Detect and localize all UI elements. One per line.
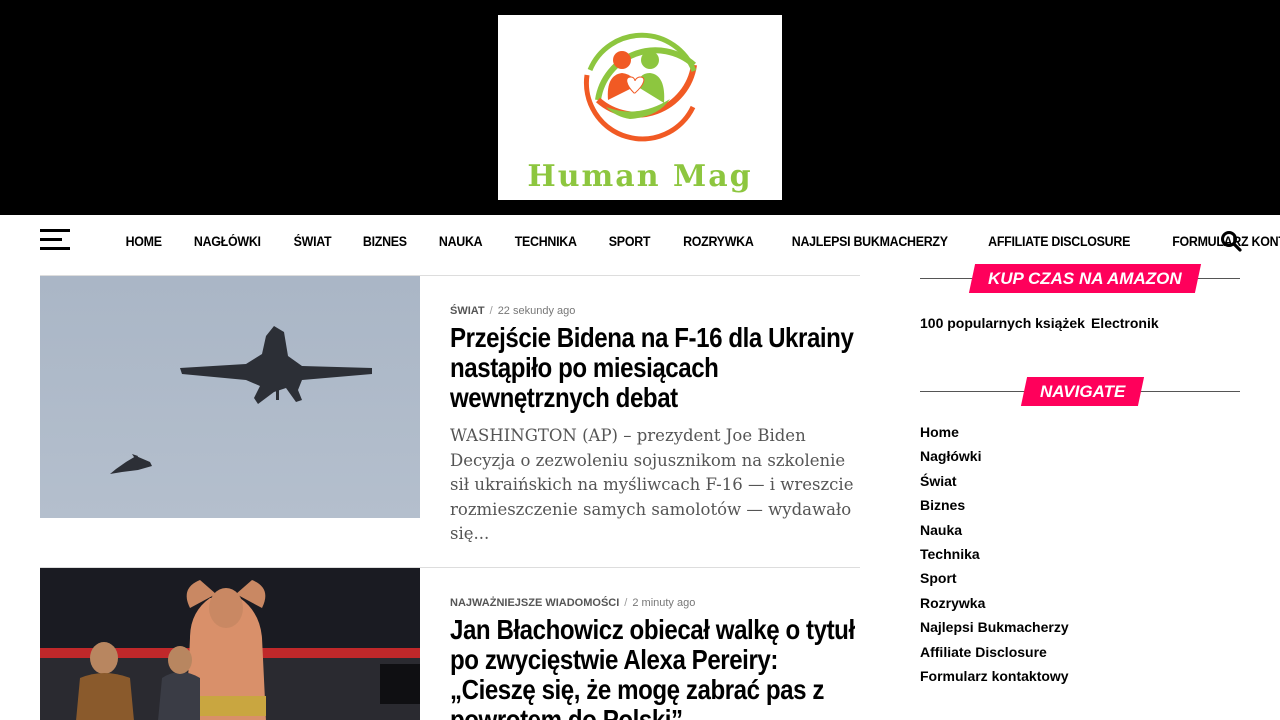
nav-item-technika[interactable]: TECHNIKA xyxy=(515,234,577,249)
article-meta: NAJWAŻNIEJSZE WIADOMOŚCI / 2 minuty ago xyxy=(450,597,695,609)
article-category[interactable]: ŚWIAT xyxy=(450,305,485,317)
sidebar-nav-list: Home Nagłówki Świat Biznes Nauka Technik… xyxy=(920,422,1069,690)
menu-hamburger-icon[interactable] xyxy=(40,229,70,251)
article-image-blachowicz[interactable] xyxy=(40,568,420,720)
site-logo[interactable]: Human Mag xyxy=(498,15,782,200)
widget-header-amazon: KUP CZAS NA AMAZON xyxy=(920,264,1240,294)
nav-item-naglowki[interactable]: NAGŁÓWKI xyxy=(194,234,261,249)
sidebar-link-formularz-kontaktowy[interactable]: Formularz kontaktowy xyxy=(920,666,1069,690)
sidebar-link-rozrywka[interactable]: Rozrywka xyxy=(920,593,1069,617)
article-meta: ŚWIAT / 22 sekundy ago xyxy=(450,305,575,317)
nav-item-rozrywka[interactable]: ROZRYWKA xyxy=(683,234,754,249)
sidebar-link-affiliate-disclosure[interactable]: Affiliate Disclosure xyxy=(920,642,1069,666)
sidebar-link-technika[interactable]: Technika xyxy=(920,544,1069,568)
nav-menu: HOME NAGŁÓWKI ŚWIAT BIZNES NAUKA TECHNIK… xyxy=(110,215,1280,267)
widget-title: NAVIGATE xyxy=(1040,382,1126,401)
article-card: ŚWIAT / 22 sekundy ago Przejście Bidena na… xyxy=(40,275,860,545)
logo-text: Human Mag xyxy=(527,159,753,194)
amazon-links: 100 popularnych książek Electronik xyxy=(920,315,1165,331)
nav-item-home[interactable]: HOME xyxy=(126,234,162,249)
article-title[interactable]: Jan Błachowicz obiecał walkę o tytuł po … xyxy=(450,615,863,720)
article-time: 2 minuty ago xyxy=(632,597,696,609)
nav-item-najlepsi-bukmacherzy[interactable]: NAJLEPSI BUKMACHERZY xyxy=(792,234,948,249)
amazon-link-electronik[interactable]: Electronik xyxy=(1091,315,1159,331)
search-icon[interactable] xyxy=(1220,230,1242,252)
sidebar-link-sport[interactable]: Sport xyxy=(920,568,1069,592)
article-time: 22 sekundy ago xyxy=(497,305,576,317)
main-nav: HOME NAGŁÓWKI ŚWIAT BIZNES NAUKA TECHNIK… xyxy=(0,215,1280,267)
article-title[interactable]: Przejście Bidena na F-16 dla Ukrainy nas… xyxy=(450,323,863,413)
article-card: NAJWAŻNIEJSZE WIADOMOŚCI / 2 minuty ago Ja… xyxy=(40,567,860,720)
meta-separator: / xyxy=(624,597,628,609)
site-header: Human Mag xyxy=(0,0,1280,215)
sidebar-link-biznes[interactable]: Biznes xyxy=(920,495,1069,519)
widget-title: KUP CZAS NA AMAZON xyxy=(988,269,1182,288)
nav-item-swiat[interactable]: ŚWIAT xyxy=(294,234,332,249)
meta-separator: / xyxy=(489,305,493,317)
nav-item-nauka[interactable]: NAUKA xyxy=(439,234,483,249)
nav-item-sport[interactable]: SPORT xyxy=(609,234,651,249)
article-excerpt: WASHINGTON (AP) – prezydent Joe Biden De… xyxy=(450,426,854,543)
sidebar-link-swiat[interactable]: Świat xyxy=(920,471,1069,495)
fighter-jet-icon xyxy=(110,326,372,474)
amazon-link-books[interactable]: 100 popularnych książek xyxy=(920,315,1085,331)
sidebar-link-naglowki[interactable]: Nagłówki xyxy=(920,446,1069,470)
nav-item-affiliate-disclosure[interactable]: AFFILIATE DISCLOSURE xyxy=(989,234,1131,249)
sidebar-link-nauka[interactable]: Nauka xyxy=(920,520,1069,544)
widget-header-navigate: NAVIGATE xyxy=(920,377,1240,407)
article-image-f16[interactable] xyxy=(40,276,420,518)
fighter-photo-icon xyxy=(40,568,420,720)
sidebar: KUP CZAS NA AMAZON 100 popularnych książ… xyxy=(920,264,1240,684)
article-category[interactable]: NAJWAŻNIEJSZE WIADOMOŚCI xyxy=(450,597,619,609)
sidebar-link-home[interactable]: Home xyxy=(920,422,1069,446)
sidebar-link-najlepsi-bukmacherzy[interactable]: Najlepsi Bukmacherzy xyxy=(920,617,1069,641)
nav-item-biznes[interactable]: BIZNES xyxy=(363,234,407,249)
